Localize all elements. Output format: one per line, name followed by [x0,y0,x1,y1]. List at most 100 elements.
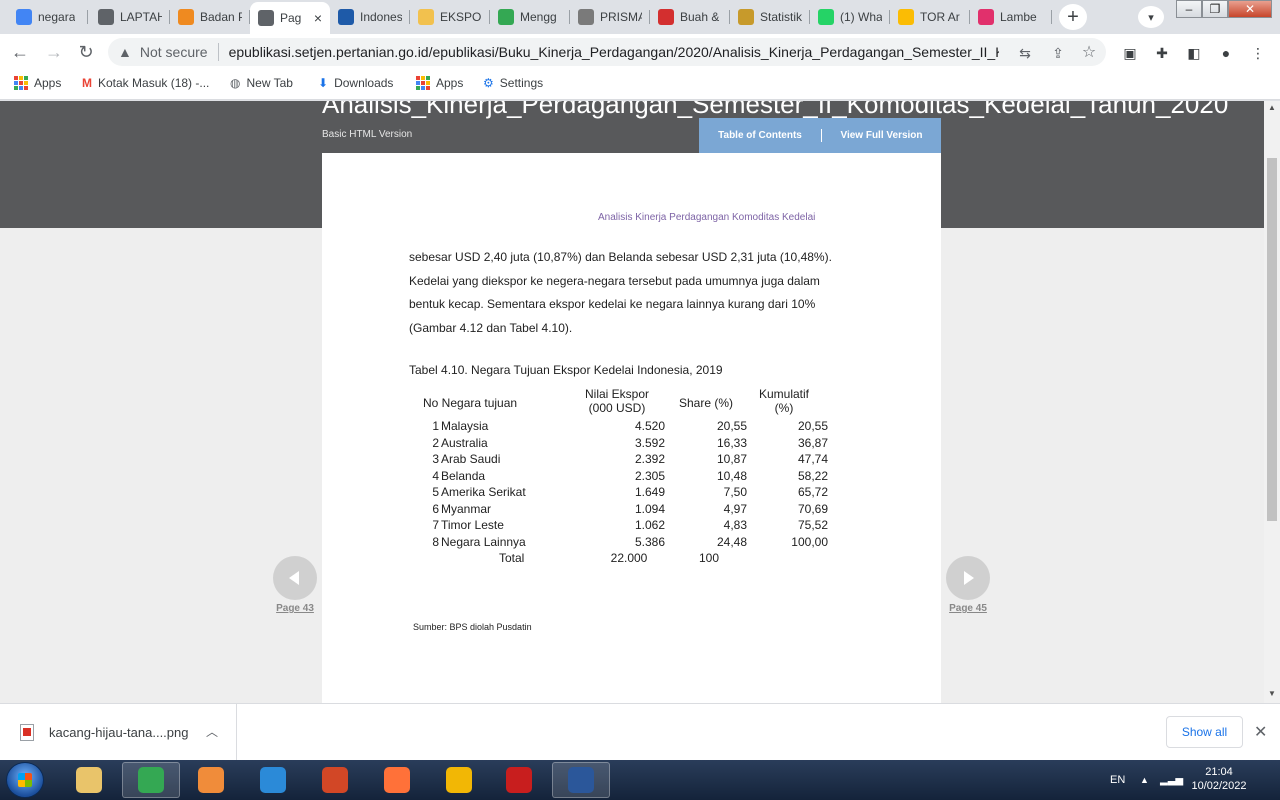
document-page: Analisis Kinerja Perdagangan Komoditas K… [322,153,941,703]
tab-search-button[interactable]: ▾ [1138,6,1164,28]
tab-11[interactable]: TOR Ar [890,4,970,30]
table-row: 4 Belanda 2.305 10,48 58,22 [409,469,839,485]
profile-avatar-icon[interactable]: ● [1216,43,1236,63]
table-of-contents-link[interactable]: Table of Contents [699,130,821,141]
bookmark-label: Downloads [334,76,394,90]
table-row: 3 Arab Saudi 2.392 10,87 47,74 [409,452,839,468]
show-all-button[interactable]: Show all [1166,716,1243,748]
bookmark-star-icon[interactable]: ☆ [1080,43,1098,61]
browser-toolbar: ← → ↻ ▲ Not secure epublikasi.setjen.per… [0,34,1280,70]
file-explorer-icon [76,767,102,793]
bookmark-label: New Tab [246,76,293,90]
address-divider [217,43,219,61]
prev-page-nav[interactable]: Page 43 [273,556,317,614]
close-icon[interactable]: ✕ [1254,722,1267,742]
powerpoint-icon [322,767,348,793]
bookmark-0[interactable]: Apps [14,76,61,90]
url-text[interactable]: epublikasi.setjen.pertanian.go.id/epubli… [229,44,999,60]
cell-cumulative: 75,52 [797,518,828,532]
tab-1[interactable]: LAPTAH [90,4,170,30]
taskbar-acrobat[interactable] [490,762,548,798]
header-export-value-line1: Nilai Ekspor [584,387,650,401]
tab-close-icon[interactable]: × [314,10,322,26]
next-page-button[interactable] [946,556,990,600]
taskbar-triangle-app[interactable] [430,762,488,798]
view-full-version-link[interactable]: View Full Version [822,130,941,141]
cell-no: 1 [432,419,439,433]
scroll-thumb[interactable] [1267,158,1277,521]
cell-country: Australia [441,435,488,450]
taskbar-firefox[interactable] [368,762,426,798]
tab-12[interactable]: Lambe [970,4,1052,30]
chevron-up-icon[interactable]: ︿ [206,723,218,740]
new-tab-button[interactable]: + [1059,4,1087,30]
address-bar[interactable]: ▲ Not secure epublikasi.setjen.pertanian… [108,38,1106,66]
tab-3[interactable]: Pag × [250,2,330,34]
bookmark-2[interactable]: ◍ New Tab [230,76,293,90]
cell-value: 3.592 [634,435,665,450]
share-icon[interactable]: ⇪ [1049,44,1067,62]
gear-icon: ⚙ [483,76,494,90]
start-button[interactable] [6,762,44,798]
tab-0[interactable]: negara [8,4,88,30]
table-caption: Tabel 4.10. Negara Tujuan Ekspor Kedelai… [409,363,723,377]
taskbar-word[interactable] [552,762,610,798]
cell-cumulative: 36,87 [797,435,828,450]
header-cumulative-line1: Kumulatif [758,387,810,401]
back-button[interactable]: ← [8,40,32,64]
cell-value: 5.386 [634,534,665,549]
tab-5[interactable]: EKSPOR [410,4,490,30]
minimize-button[interactable]: ‒ [1176,0,1202,18]
scroll-up-icon[interactable]: ▲ [1267,103,1277,113]
tab-4[interactable]: Indones [330,4,410,30]
cell-no: 3 [432,452,439,466]
windows-taskbar: EN ▲ ▂▃▅ 21:04 10/02/2022 [0,760,1280,800]
tab-10[interactable]: (1) Wha [810,4,890,30]
bookmark-5[interactable]: ⚙ Settings [483,76,543,90]
forward-button[interactable]: → [42,40,66,64]
menu-kebab-icon[interactable]: ⋮ [1248,43,1268,63]
page-scrollbar[interactable]: ▲ ▼ [1264,101,1280,703]
bookmark-3[interactable]: ⬇ Downloads [318,76,393,90]
tab-9[interactable]: Statistik [730,4,810,30]
maximize-button[interactable]: ❐ [1202,0,1228,18]
taskbar-internet-explorer[interactable] [244,762,302,798]
total-share: 100 [699,551,720,565]
bookmark-1[interactable]: M Kotak Masuk (18) -... [82,76,209,90]
system-clock[interactable]: 21:04 10/02/2022 [1180,765,1258,793]
media-player-icon [198,767,224,793]
tab-title: TOR Ar [920,10,960,24]
prev-page-button[interactable] [273,556,317,600]
reload-button[interactable]: ↻ [74,40,98,64]
download-item[interactable]: kacang-hijau-tana....png ︿ [0,704,237,761]
window-close-button[interactable]: ✕ [1228,0,1272,18]
next-page-nav[interactable]: Page 45 [946,556,990,614]
cell-share: 20,55 [716,419,747,433]
cell-cumulative: 58,22 [797,468,828,483]
next-page-link[interactable]: Page 45 [946,603,990,614]
translate-icon[interactable]: ⇆ [1016,44,1034,62]
bookmark-4[interactable]: Apps [416,76,463,90]
tab-2[interactable]: Badan P [170,4,250,30]
taskbar-powerpoint[interactable] [306,762,364,798]
extensions-puzzle-icon[interactable]: ✚ [1152,43,1172,63]
show-hidden-icons-icon[interactable]: ▲ [1140,760,1149,800]
taskbar-file-explorer[interactable] [60,762,118,798]
tab-title: PRISMA [600,10,642,24]
table-total-row: Total 22.000 100 [409,551,839,567]
tab-7[interactable]: PRISMA [570,4,650,30]
scroll-down-icon[interactable]: ▼ [1267,689,1277,699]
language-indicator[interactable]: EN [1110,760,1125,800]
tab-8[interactable]: Buah & [650,4,730,30]
side-panel-icon[interactable]: ◧ [1184,43,1204,63]
prev-page-link[interactable]: Page 43 [273,603,317,614]
tab-title: Buah & [680,10,720,24]
cell-share: 10,48 [716,468,747,483]
download-filename[interactable]: kacang-hijau-tana....png [49,725,188,740]
tab-6[interactable]: Mengg [490,4,570,30]
taskbar-chrome[interactable] [122,762,180,798]
taskbar-media-player[interactable] [182,762,240,798]
acrobat-icon [506,767,532,793]
extension-app-icon[interactable]: ▣ [1120,43,1140,63]
cell-share: 4,97 [723,501,747,516]
